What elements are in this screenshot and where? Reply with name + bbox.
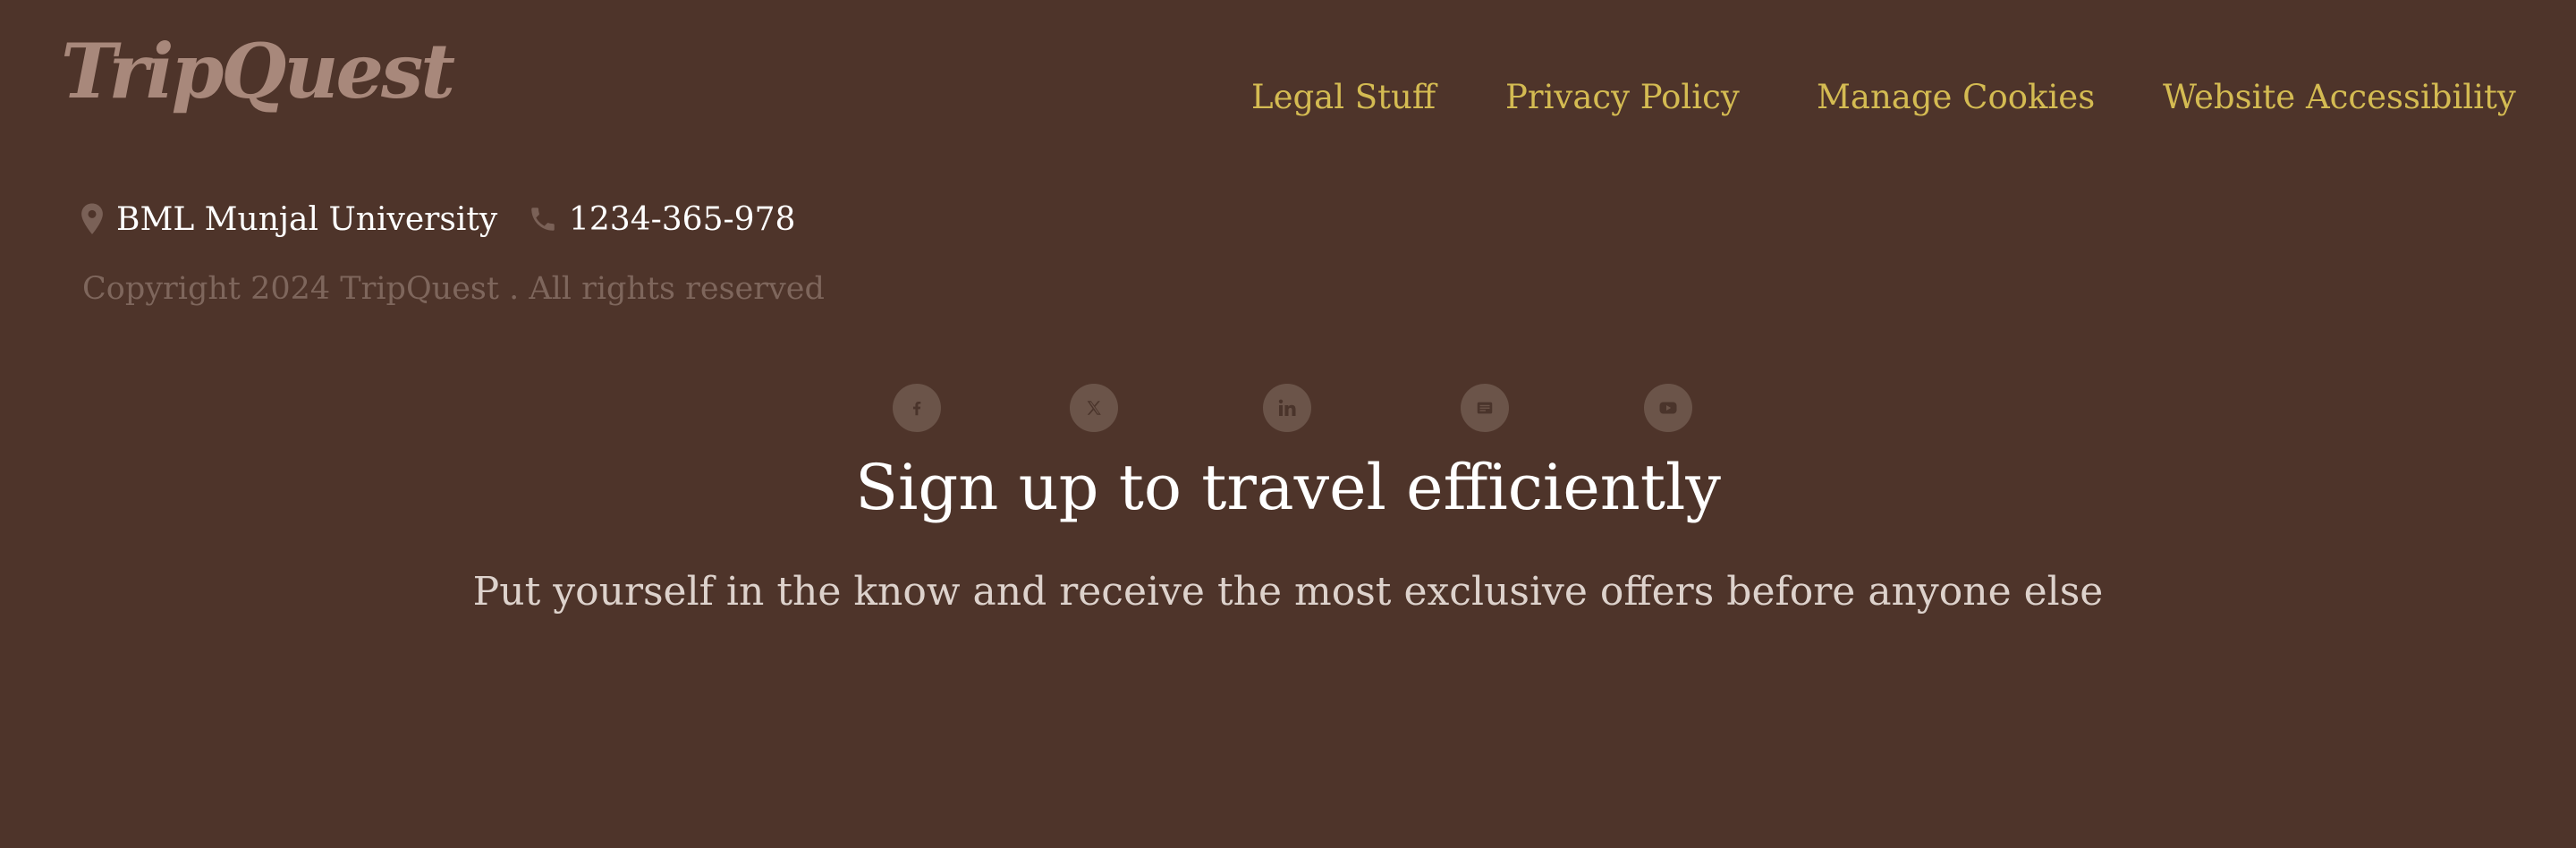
signup-subtitle: Put yourself in the know and receive the…: [472, 569, 2104, 615]
contact-address: BML Munjal University: [79, 197, 497, 242]
copyright-text: Copyright 2024 TripQuest . All rights re…: [82, 271, 825, 307]
phone-icon: [528, 204, 558, 234]
nav-link-website-accessibility[interactable]: Website Accessibility: [2163, 75, 2516, 120]
signup-title: Sign up to travel efficiently: [855, 451, 1721, 524]
social-email-button[interactable]: [1461, 384, 1509, 432]
nav-link-legal-stuff[interactable]: Legal Stuff: [1251, 75, 1436, 120]
phone-text[interactable]: 1234-365-978: [569, 201, 795, 238]
address-text: BML Munjal University: [116, 200, 498, 238]
email-icon: [1477, 402, 1493, 414]
social-facebook-button[interactable]: [893, 384, 941, 432]
location-pin-icon: [79, 202, 106, 236]
contact-phone: 1234-365-978: [528, 197, 795, 242]
nav-link-manage-cookies[interactable]: Manage Cookies: [1817, 75, 2095, 120]
youtube-icon: [1659, 402, 1677, 414]
x-twitter-icon: [1087, 401, 1101, 415]
footer-nav: Legal Stuff Privacy Policy Manage Cookie…: [0, 75, 2576, 120]
social-youtube-button[interactable]: [1644, 384, 1692, 432]
linkedin-icon: [1278, 399, 1296, 416]
nav-link-privacy-policy[interactable]: Privacy Policy: [1505, 75, 1740, 120]
social-linkedin-button[interactable]: [1263, 384, 1311, 432]
facebook-icon: [912, 401, 921, 416]
social-x-twitter-button[interactable]: [1070, 384, 1118, 432]
